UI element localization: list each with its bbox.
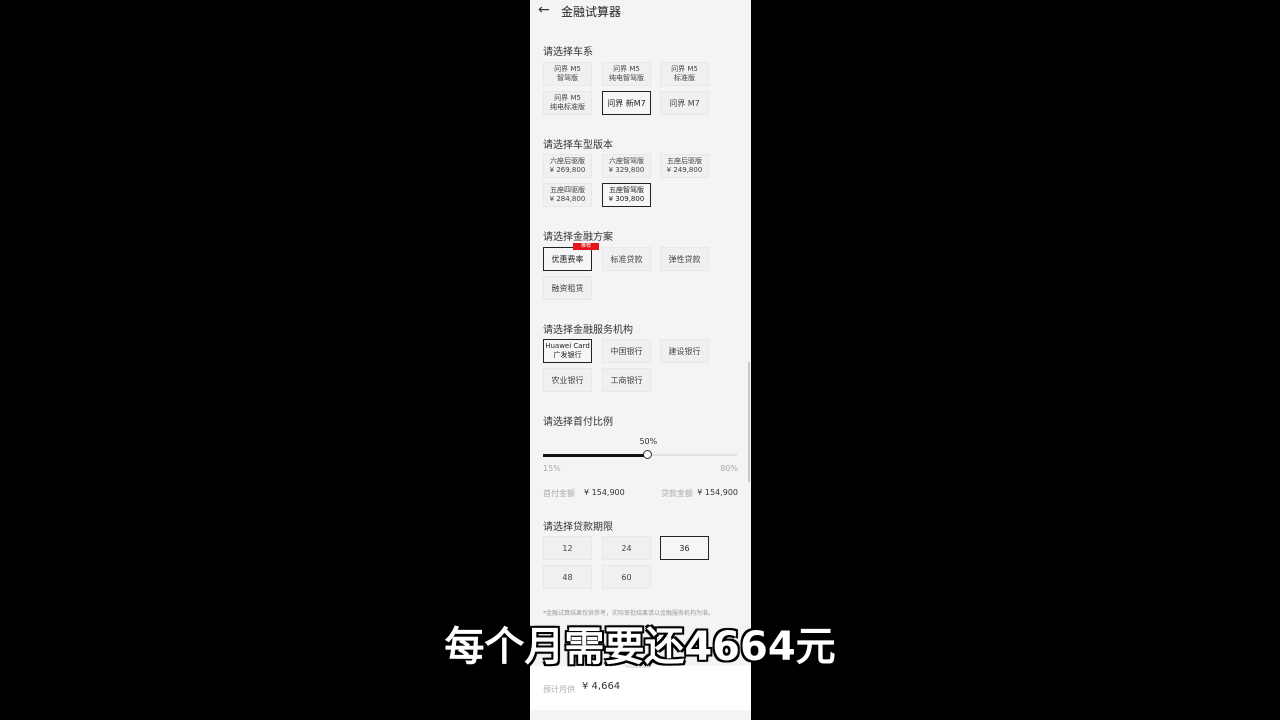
- plan-option[interactable]: 融资租赁: [543, 276, 592, 300]
- option-text: Huawei Card: [545, 342, 590, 350]
- option-text: 36: [679, 543, 690, 553]
- option-text: 纯电标准版: [550, 103, 585, 111]
- header: ← 金融试算器: [530, 0, 751, 24]
- plan-option[interactable]: 弹性贷款: [660, 247, 709, 271]
- slider-min: 15%: [543, 464, 561, 473]
- option-text: 纯电智驾版: [609, 74, 644, 82]
- monthly-label: 预计月供: [543, 685, 575, 694]
- institution-option[interactable]: 农业银行: [543, 368, 592, 392]
- option-text: 问界 M5: [671, 65, 698, 73]
- institution-option[interactable]: Huawei Card 广发银行: [543, 339, 592, 363]
- series-option[interactable]: 问界 M5 纯电智驾版: [602, 62, 651, 86]
- option-text: 中国银行: [610, 346, 643, 356]
- loan-amount-value: ¥ 154,900: [697, 488, 738, 497]
- version-option[interactable]: 五座四驱版 ¥ 284,800: [543, 183, 592, 207]
- monthly-value: ¥ 4,664: [582, 681, 621, 692]
- plan-label: 请选择金融方案: [543, 232, 613, 243]
- version-option[interactable]: 五座后驱版 ¥ 249,800: [660, 154, 709, 178]
- page-title: 金融试算器: [561, 5, 622, 19]
- option-text: ¥ 269,800: [549, 166, 586, 174]
- option-text: 问界 M5: [554, 94, 581, 102]
- version-option[interactable]: 五座智驾版 ¥ 309,800: [602, 183, 651, 207]
- option-text: ¥ 249,800: [666, 166, 703, 174]
- institution-option[interactable]: 工商银行: [602, 368, 651, 392]
- series-option[interactable]: 问界 新M7: [602, 91, 651, 115]
- term-option[interactable]: 60: [602, 565, 651, 589]
- option-text: 优惠费率: [551, 254, 584, 264]
- option-text: 标准版: [674, 74, 695, 82]
- scrollbar[interactable]: [748, 362, 750, 482]
- option-text: 融资租赁: [551, 283, 584, 293]
- option-text: 工商银行: [610, 375, 643, 385]
- option-text: ¥ 309,800: [608, 195, 645, 203]
- term-option[interactable]: 24: [602, 536, 651, 560]
- term-option[interactable]: 12: [543, 536, 592, 560]
- term-option[interactable]: 48: [543, 565, 592, 589]
- institution-option[interactable]: 建设银行: [660, 339, 709, 363]
- plan-option[interactable]: 优惠费率: [543, 247, 592, 271]
- arrow-left-icon[interactable]: ←: [538, 2, 550, 18]
- version-option[interactable]: 六座智驾版 ¥ 329,800: [602, 154, 651, 178]
- option-text: 五座后驱版: [667, 157, 702, 165]
- video-subtitle: 每个月需要还4664元: [443, 623, 836, 671]
- institution-option[interactable]: 中国银行: [602, 339, 651, 363]
- option-text: 48: [562, 572, 573, 582]
- series-label: 请选择车系: [543, 47, 593, 58]
- slider-thumb[interactable]: [643, 450, 653, 459]
- option-text: 弹性贷款: [668, 254, 701, 264]
- option-text: 六座智驾版: [609, 157, 644, 165]
- option-text: 问界 新M7: [607, 98, 646, 108]
- slider-max: 80%: [720, 464, 738, 473]
- option-text: 五座智驾版: [609, 186, 644, 194]
- option-text: 问界 M5: [613, 65, 640, 73]
- phone-screen: ← 金融试算器 请选择车系 问界 M5 智驾版 问界 M5 纯电智驾版 问界 M5 标准版…: [530, 0, 751, 720]
- option-text: ¥ 329,800: [608, 166, 645, 174]
- option-text: 60: [621, 572, 632, 582]
- version-label: 请选择车型版本: [543, 140, 613, 151]
- option-text: 智驾版: [557, 74, 578, 82]
- option-text: ¥ 284,800: [549, 195, 586, 203]
- version-option[interactable]: 六座后驱版 ¥ 269,800: [543, 154, 592, 178]
- series-option[interactable]: 问界 M5 纯电标准版: [543, 91, 592, 115]
- series-option[interactable]: 问界 M5 智驾版: [543, 62, 592, 86]
- loan-amount-label: 贷款金额: [661, 489, 693, 498]
- slider-fill: [543, 454, 648, 457]
- institution-label: 请选择金融服务机构: [543, 325, 633, 336]
- option-text: 12: [562, 543, 573, 553]
- down-amount-label: 首付金额: [543, 489, 575, 498]
- series-option[interactable]: 问界 M5 标准版: [660, 62, 709, 86]
- option-text: 六座后驱版: [550, 157, 585, 165]
- option-text: 标准贷款: [610, 254, 643, 264]
- downpayment-slider[interactable]: [543, 450, 737, 459]
- term-option[interactable]: 36: [660, 536, 709, 560]
- option-text: 问界 M5: [554, 65, 581, 73]
- downpayment-label: 请选择首付比例: [543, 417, 613, 428]
- plan-option[interactable]: 标准贷款: [602, 247, 651, 271]
- recommend-badge: 推荐: [573, 243, 599, 250]
- term-label: 请选择贷款期限: [543, 522, 613, 533]
- down-amount-value: ¥ 154,900: [584, 488, 625, 497]
- footer-bar: 预计月供 ¥ 4,664: [530, 666, 751, 710]
- option-text: 广发银行: [553, 351, 582, 359]
- option-text: 农业银行: [551, 375, 584, 385]
- option-text: 24: [621, 543, 632, 553]
- downpayment-value: 50%: [639, 437, 658, 446]
- option-text: 五座四驱版: [550, 186, 585, 194]
- series-option[interactable]: 问界 M7: [660, 91, 709, 115]
- option-text: 问界 M7: [669, 98, 700, 108]
- option-text: 建设银行: [668, 346, 701, 356]
